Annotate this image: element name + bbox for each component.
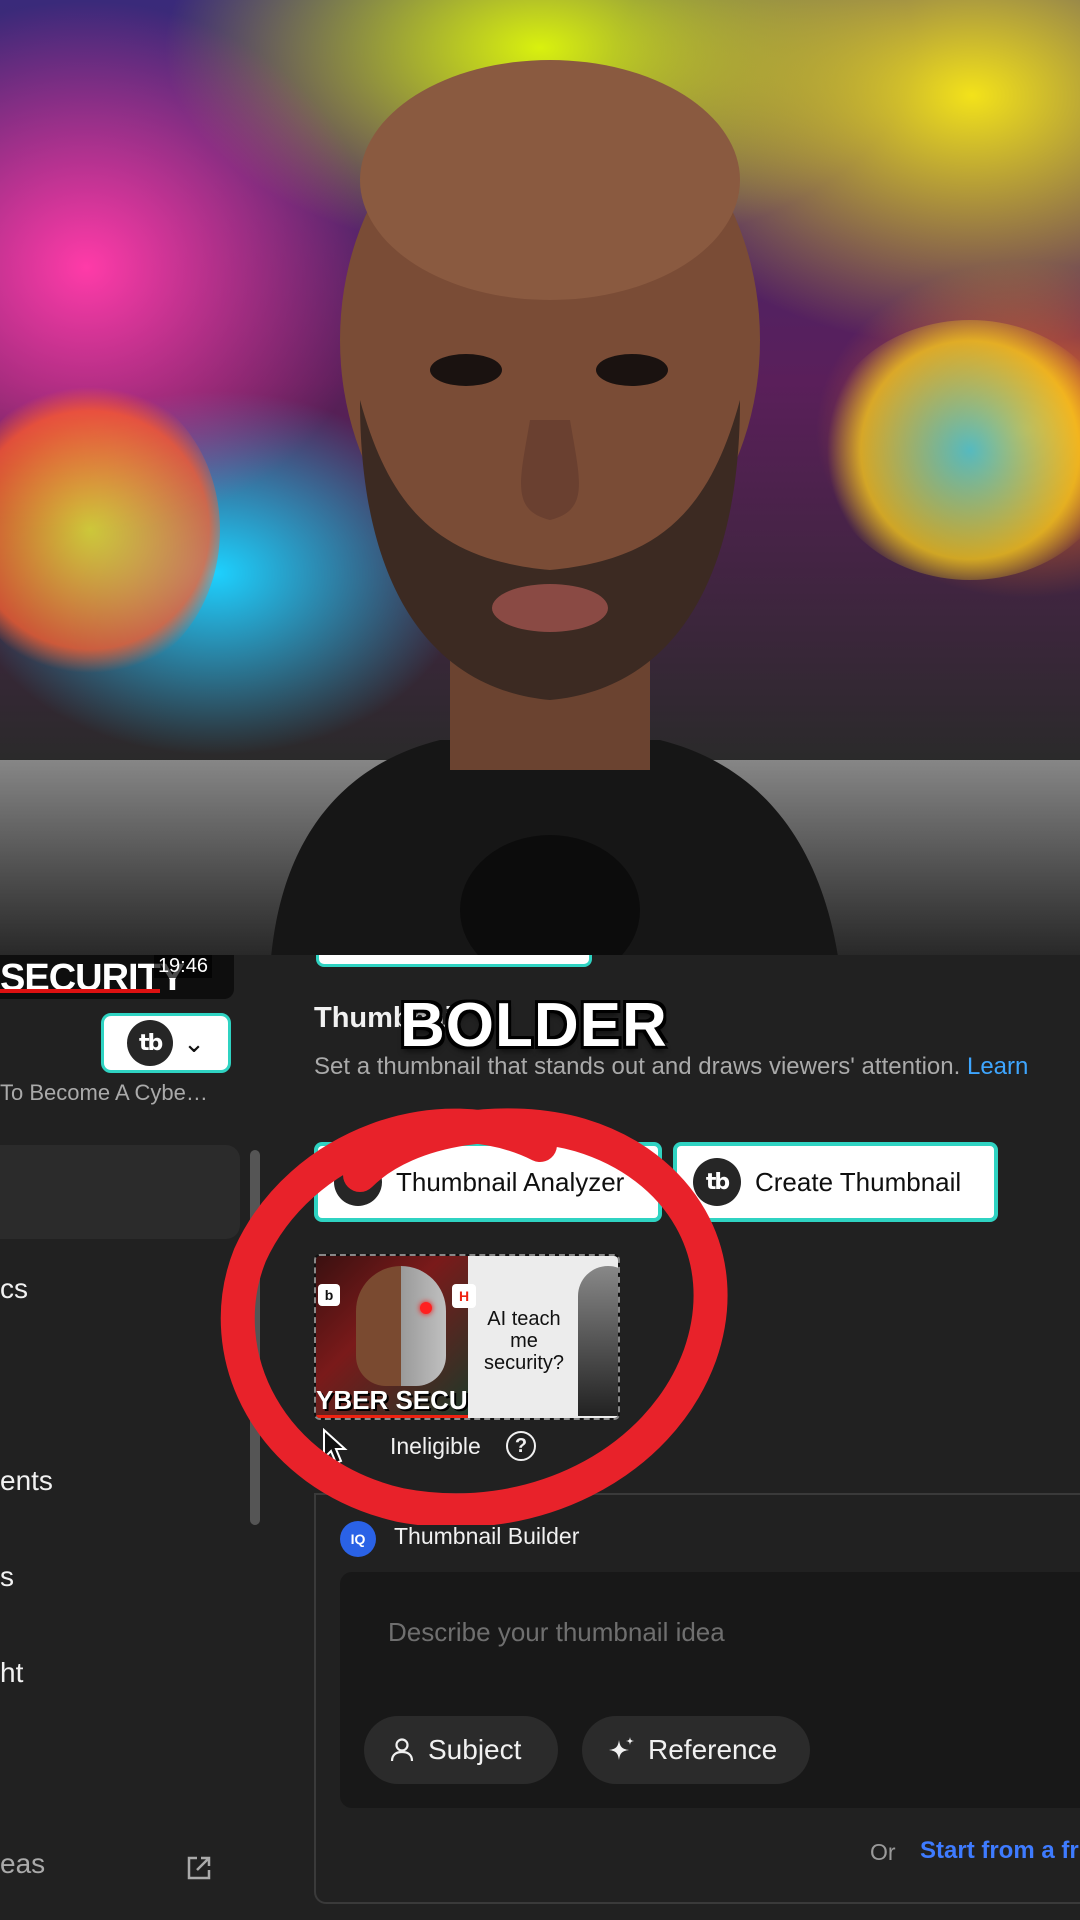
- video-duration: 19:46: [153, 955, 212, 978]
- video-title: To Become A Cybe…: [0, 1080, 208, 1105]
- external-link-icon[interactable]: [183, 1852, 215, 1884]
- create-thumbnail-button[interactable]: tb Create Thumbnail: [673, 1142, 998, 1222]
- thumbnail-red-badge: H: [452, 1284, 476, 1308]
- thumbnail-cyborg-face: [356, 1266, 446, 1386]
- sidebar-item-copyright[interactable]: ht: [0, 1657, 23, 1689]
- chevron-down-icon: ⌄: [183, 1027, 205, 1058]
- tubebuddy-menu-button[interactable]: tb ⌄: [101, 1013, 231, 1073]
- sparkle-icon: [609, 1737, 634, 1760]
- start-from-frame-link[interactable]: Start from a fr: [920, 1837, 1079, 1865]
- thumbnail-strip-redline: [0, 989, 160, 993]
- previous-tool-button-edge[interactable]: [316, 955, 592, 967]
- thumbnail-option[interactable]: b YBER SECUR H AI teach me security?: [314, 1254, 620, 1420]
- help-icon[interactable]: ?: [506, 1431, 536, 1461]
- thumbnail-red-eye: [420, 1302, 432, 1314]
- tubebuddy-logo-icon: tb: [334, 1158, 382, 1206]
- mouse-cursor-icon: [323, 1428, 348, 1465]
- tubebuddy-logo-icon: tb: [693, 1158, 741, 1206]
- sidebar-scrollbar[interactable]: [250, 1150, 260, 1525]
- learn-more-link[interactable]: Learn: [967, 1053, 1028, 1080]
- thumbnail-logo-badge: b: [318, 1284, 340, 1306]
- presenter-figure: [271, 60, 838, 955]
- background-mushroom-art: [0, 380, 220, 680]
- subject-label: Subject: [428, 1734, 522, 1765]
- thumbnail-analyzer-label: Thumbnail Analyzer: [396, 1166, 625, 1197]
- sidebar-item-selected[interactable]: [0, 1145, 240, 1239]
- person-icon: [390, 1738, 414, 1762]
- builder-title: Thumbnail Builder: [394, 1523, 580, 1549]
- thumbnail-analyzer-button[interactable]: tb Thumbnail Analyzer: [314, 1142, 662, 1222]
- thumbnail-robot-figure: [578, 1266, 618, 1416]
- thumbnail-red-underline: [316, 1415, 468, 1418]
- or-separator: Or: [870, 1839, 896, 1865]
- thumbnail-right-text: AI teach me security?: [483, 1308, 565, 1374]
- create-thumbnail-label: Create Thumbnail: [755, 1166, 962, 1197]
- sidebar-item-comments[interactable]: ents: [0, 1465, 53, 1497]
- video-caption: BOLDER: [400, 991, 668, 1060]
- thumbnail-idea-placeholder: Describe your thumbnail idea: [388, 1617, 725, 1647]
- sidebar-item-subtitles[interactable]: s: [0, 1561, 14, 1593]
- thumbnail-status: Ineligible: [390, 1433, 481, 1459]
- current-video-thumbnail[interactable]: SECURITY 19:46: [0, 955, 234, 999]
- thumbnail-left-text: YBER SECUR: [316, 1385, 487, 1415]
- sidebar-item-ideas[interactable]: eas: [0, 1848, 45, 1880]
- sidebar-item-analytics[interactable]: cs: [0, 1273, 28, 1305]
- subject-button[interactable]: Subject: [364, 1716, 558, 1784]
- builder-logo-icon: IQ: [340, 1521, 376, 1557]
- reference-label: Reference: [648, 1734, 778, 1765]
- app-frame: SECURITY 19:46 tb ⌄ To Become A Cybe… cs…: [0, 0, 1080, 1920]
- thumbnail-image-left: b YBER SECUR: [316, 1256, 486, 1418]
- reference-button[interactable]: Reference: [582, 1716, 810, 1784]
- tubebuddy-logo-icon: tb: [127, 1020, 174, 1066]
- presenter-video: [0, 0, 1080, 955]
